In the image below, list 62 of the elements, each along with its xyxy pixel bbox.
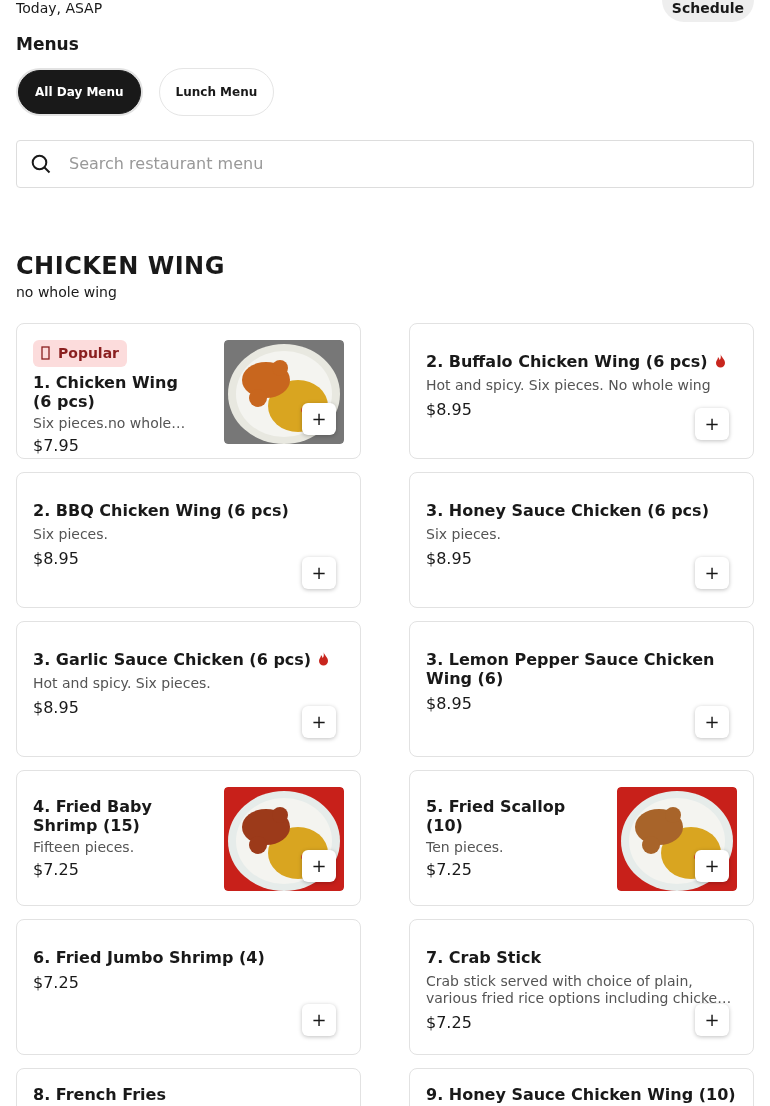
item-price: $8.95 <box>426 548 472 568</box>
item-price: $7.25 <box>33 972 79 992</box>
search-field[interactable]: Search restaurant menu <box>16 139 754 188</box>
menu-tab[interactable]: All Day Menu <box>18 69 141 114</box>
menu-item-card[interactable]: 9. Honey Sauce Chicken Wing (10) <box>409 1067 754 1106</box>
add-button[interactable]: + <box>695 556 729 589</box>
item-description: Ten pieces. <box>426 838 505 856</box>
menu-item-card[interactable]: 5. Fried Scallop (10) Ten pieces. $7.25 + <box>409 769 754 906</box>
menu-item-card[interactable]: 8. French Fries <box>16 1067 361 1106</box>
item-price: $7.25 <box>33 859 79 879</box>
item-description: Six pieces. <box>33 525 109 543</box>
item-description: Six pieces. <box>426 525 502 543</box>
item-name: 6. Fried Jumbo Shrimp (4) <box>33 947 265 967</box>
item-description: Six pieces.no whole… <box>33 414 187 432</box>
section-title: CHICKEN WING <box>16 251 226 280</box>
add-button[interactable]: + <box>302 849 336 882</box>
add-button[interactable]: + <box>695 705 729 738</box>
menu-item-card[interactable]: 2. BBQ Chicken Wing (6 pcs) Six pieces. $8.95 + <box>16 471 361 608</box>
item-name: 3. Honey Sauce Chicken (6 pcs) <box>426 500 709 520</box>
item-name: 5. Fried Scallop (10) <box>426 796 567 835</box>
schedule-button[interactable]: Schedule <box>661 0 754 22</box>
item-name: 1. Chicken Wing (6 pcs) <box>33 372 179 411</box>
item-description: Fifteen pieces. <box>33 838 136 856</box>
add-button[interactable]: + <box>302 402 336 435</box>
search-icon <box>31 153 51 174</box>
item-price: $7.95 <box>33 435 79 455</box>
menu-item-card[interactable]: 4. Fried Baby Shrimp (15) Fifteen pieces. $7.25 + <box>16 769 361 906</box>
item-name: 3. Garlic Sauce Chicken (6 pcs) <box>33 649 312 669</box>
popular-badge: Popular <box>33 339 128 367</box>
item-price: $8.95 <box>426 399 472 419</box>
item-price: $8.95 <box>33 548 79 568</box>
item-price: $7.25 <box>426 1012 472 1032</box>
add-button[interactable]: + <box>302 556 336 589</box>
add-button[interactable]: + <box>695 407 729 440</box>
menu-item-card[interactable]: 2. Buffalo Chicken Wing (6 pcs) Hot and spicy. Six pieces. No whole wing $8.95 + <box>409 322 754 459</box>
menu-tab[interactable]: Lunch Menu <box>158 67 275 116</box>
missing-glyph-icon <box>41 346 50 360</box>
item-name: 9. Honey Sauce Chicken Wing (10) <box>426 1084 736 1104</box>
section-heading: Menus <box>16 33 80 56</box>
add-button[interactable]: + <box>695 849 729 882</box>
item-name: 7. Crab Stick <box>426 947 541 967</box>
section-subtitle: no whole wing <box>16 282 118 302</box>
add-button[interactable]: + <box>302 705 336 738</box>
item-price: $7.25 <box>426 859 472 879</box>
add-button[interactable]: + <box>695 1003 729 1036</box>
item-description: Hot and spicy. Six pieces. <box>33 674 212 692</box>
item-description: Hot and spicy. Six pieces. No whole wing <box>426 376 712 394</box>
item-name: 2. BBQ Chicken Wing (6 pcs) <box>33 500 289 520</box>
menu-item-card[interactable]: 3. Lemon Pepper Sauce Chicken Wing (6) $8.95 + <box>409 620 754 757</box>
menu-item-card[interactable]: 3. Garlic Sauce Chicken (6 pcs) Hot and spicy. Six pieces. $8.95 + <box>16 620 361 757</box>
menu-item-card[interactable]: 3. Honey Sauce Chicken (6 pcs) Six pieces. $8.95 + <box>409 471 754 608</box>
item-name: 4. Fried Baby Shrimp (15) <box>33 796 153 835</box>
item-name: 8. French Fries <box>33 1084 166 1104</box>
menu-item-card[interactable]: 6. Fried Jumbo Shrimp (4) $7.25 + <box>16 918 361 1055</box>
delivery-time: Today, ASAP <box>16 0 103 17</box>
menu-item-card[interactable]: 7. Crab Stick Crab stick served with choice of plain, various fried rice options including chicke… $7.25 + <box>409 918 754 1055</box>
item-name: 2. Buffalo Chicken Wing (6 pcs) <box>426 351 708 371</box>
item-price: $8.95 <box>33 697 79 717</box>
item-price: $8.95 <box>426 693 472 713</box>
item-name: 3. Lemon Pepper Sauce Chicken Wing (6) <box>426 649 716 688</box>
add-button[interactable]: + <box>302 1003 336 1036</box>
menu-item-card[interactable]: Popular 1. Chicken Wing (6 pcs) Six pieces.no whole… $7.95 + <box>16 322 361 459</box>
